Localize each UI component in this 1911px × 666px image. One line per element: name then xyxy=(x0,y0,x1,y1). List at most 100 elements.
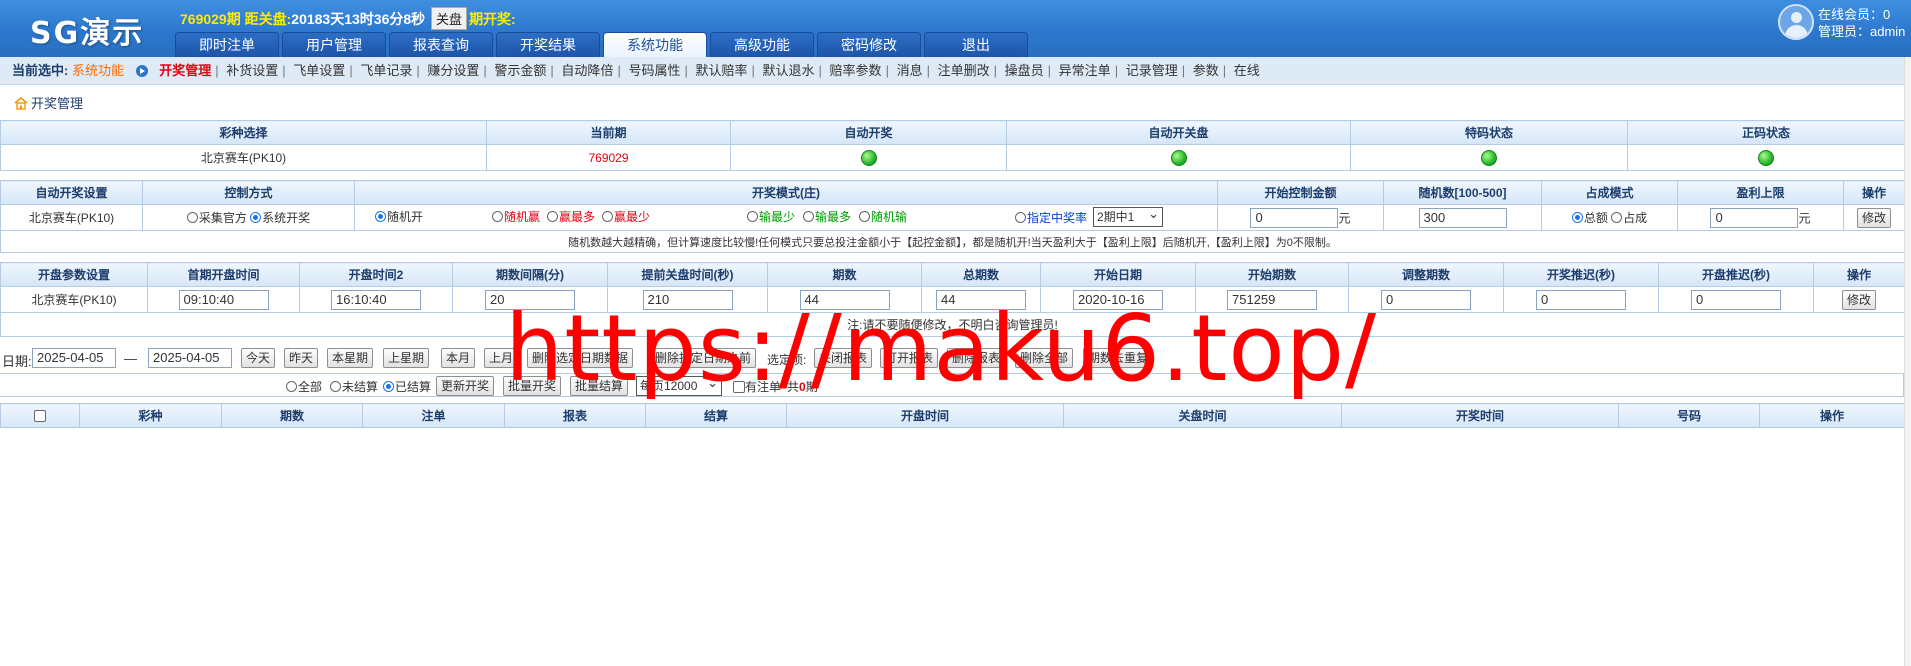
delete-selected-date-button[interactable]: 删除选定日期数据 xyxy=(527,348,634,368)
date-from-input[interactable]: 2025-04-05 xyxy=(32,348,116,368)
date-filter-bar: 日期: 2025-04-05 — 2025-04-05 今天 昨天 本星期 上星… xyxy=(0,345,1904,371)
subnav-link-odds-params[interactable]: 赔率参数 xyxy=(830,63,882,78)
radio-mode-win-most[interactable] xyxy=(547,211,558,222)
subnav-link-abnormal-orders[interactable]: 异常注单 xyxy=(1059,63,1111,78)
delete-before-date-button[interactable]: 删除指定日期之前 xyxy=(650,348,757,368)
subnav-link-fly-settings[interactable]: 飞单设置 xyxy=(293,63,345,78)
draw-delay-input[interactable]: 0 xyxy=(1536,289,1626,310)
last-month-button[interactable]: 上月 xyxy=(484,348,519,368)
lottery-name: 北京赛车(PK10) xyxy=(0,144,487,171)
subnav-link-order-edit[interactable]: 注单删改 xyxy=(938,63,990,78)
header-lottery: 彩种 xyxy=(79,403,222,428)
tab-draw-results[interactable]: 开奖结果 xyxy=(496,32,600,57)
open-report-button[interactable]: 打开报表 xyxy=(880,348,939,368)
play-arrow-icon xyxy=(135,65,148,77)
batch-draw-button[interactable]: 批量开奖 xyxy=(503,376,562,396)
subnav-link-draw-management[interactable]: 开奖管理 xyxy=(159,63,211,78)
subnav-link-operators[interactable]: 操盘员 xyxy=(1005,63,1044,78)
current-period: 769029期 xyxy=(180,11,241,27)
param-edit-button[interactable]: 修改 xyxy=(1841,289,1876,310)
start-period-input[interactable]: 751259 xyxy=(1227,289,1317,310)
select-all-checkbox[interactable] xyxy=(34,410,46,423)
subnav-link-warning-amount[interactable]: 警示金额 xyxy=(494,63,546,78)
subnav-link-default-rebate[interactable]: 默认退水 xyxy=(763,63,815,78)
header-report: 报表 xyxy=(504,403,646,428)
today-button[interactable]: 今天 xyxy=(241,348,276,368)
tab-instant-orders[interactable]: 即时注单 xyxy=(175,32,279,57)
tab-logout[interactable]: 退出 xyxy=(924,32,1028,57)
header-early-close: 提前关盘时间(秒) xyxy=(607,262,768,287)
header-share-mode: 占成模式 xyxy=(1541,180,1678,205)
subnav-link-earn-settings[interactable]: 赚分设置 xyxy=(427,63,479,78)
early-close-input[interactable]: 210 xyxy=(642,289,733,310)
subnav-link-online[interactable]: 在线 xyxy=(1234,63,1260,78)
batch-settle-button[interactable]: 批量结算 xyxy=(570,376,629,396)
open-delay-input[interactable]: 0 xyxy=(1691,289,1781,310)
delete-all-button[interactable]: 删除全部 xyxy=(1015,348,1074,368)
tab-change-password[interactable]: 密码修改 xyxy=(817,32,921,57)
radio-share-ratio[interactable] xyxy=(1611,212,1623,223)
yesterday-button[interactable]: 昨天 xyxy=(284,348,319,368)
start-date-input[interactable]: 2020-10-16 xyxy=(1073,289,1163,310)
page-scrollbar-track[interactable] xyxy=(1904,57,1911,666)
radio-mode-win-least[interactable] xyxy=(602,211,613,222)
random-number-input[interactable]: 300 xyxy=(1418,207,1507,228)
dedupe-periods-button[interactable]: 期数去重复 xyxy=(1083,348,1154,368)
period-status-bar: 769029期 距关盘:20183天13时36分8秒 关盘 期开奖: xyxy=(180,7,516,30)
this-month-button[interactable]: 本月 xyxy=(441,348,476,368)
start-control-amount-input[interactable]: 0 xyxy=(1250,207,1339,228)
subnav-link-auto-reduce[interactable]: 自动降倍 xyxy=(561,63,613,78)
has-order-checkbox[interactable] xyxy=(733,380,745,393)
first-open-time-input[interactable]: 09:10:40 xyxy=(178,289,269,310)
radio-status-settled[interactable] xyxy=(383,381,394,392)
auto-open-close-status-icon[interactable] xyxy=(1170,149,1187,166)
tab-system-functions[interactable]: 系统功能 xyxy=(603,32,707,57)
radio-status-unsettled[interactable] xyxy=(330,381,341,392)
radio-mode-lose-least[interactable] xyxy=(747,211,758,222)
subnav-link-record-management[interactable]: 记录管理 xyxy=(1126,63,1178,78)
header-auto-draw: 自动开奖 xyxy=(730,120,1007,145)
special-code-status-icon[interactable] xyxy=(1481,149,1497,166)
close-market-button[interactable]: 关盘 xyxy=(431,7,468,30)
radio-mode-random-lose[interactable] xyxy=(859,211,870,222)
header-special-status: 特码状态 xyxy=(1350,120,1628,145)
radio-status-all[interactable] xyxy=(286,381,297,392)
win-rate-select[interactable]: 2期中1 xyxy=(1093,206,1163,227)
radio-share-total[interactable] xyxy=(1571,212,1583,223)
auto-draw-status-icon[interactable] xyxy=(860,149,877,166)
normal-code-status-icon[interactable] xyxy=(1758,149,1774,166)
subnav-link-params[interactable]: 参数 xyxy=(1193,63,1219,78)
total-periods-input[interactable]: 44 xyxy=(936,289,1026,310)
subnav-link-replenish[interactable]: 补货设置 xyxy=(226,63,278,78)
update-draw-button[interactable]: 更新开奖 xyxy=(436,376,495,396)
date-to-input[interactable]: 2025-04-05 xyxy=(148,348,232,368)
radio-system-draw[interactable] xyxy=(250,212,262,223)
tab-user-management[interactable]: 用户管理 xyxy=(282,32,386,57)
header-total-periods: 总期数 xyxy=(921,262,1041,287)
selected-items-label: 选定项: xyxy=(767,353,807,367)
auto-settings-edit-button[interactable]: 修改 xyxy=(1856,207,1891,228)
param-lottery-name: 北京赛车(PK10) xyxy=(0,286,148,313)
subnav-link-default-odds[interactable]: 默认赔率 xyxy=(695,63,747,78)
subnav-link-fly-records[interactable]: 飞单记录 xyxy=(360,63,412,78)
open-time-2-input[interactable]: 16:10:40 xyxy=(331,289,421,310)
radio-mode-random-win[interactable] xyxy=(492,211,503,222)
this-week-button[interactable]: 本星期 xyxy=(327,348,374,368)
subnav-link-number-attr[interactable]: 号码属性 xyxy=(628,63,680,78)
adjust-period-input[interactable]: 0 xyxy=(1381,289,1471,310)
tab-advanced-functions[interactable]: 高级功能 xyxy=(710,32,814,57)
tab-reports[interactable]: 报表查询 xyxy=(389,32,493,57)
interval-input[interactable]: 20 xyxy=(485,289,575,310)
profit-limit-input[interactable]: 0 xyxy=(1710,207,1799,228)
radio-mode-specified-rate[interactable] xyxy=(1015,212,1026,223)
header-normal-status: 正码状态 xyxy=(1627,120,1905,145)
radio-collect-official[interactable] xyxy=(186,212,198,223)
close-report-button[interactable]: 关闭报表 xyxy=(814,348,873,368)
periods-input[interactable]: 44 xyxy=(799,289,890,310)
radio-mode-lose-most[interactable] xyxy=(803,211,814,222)
page-size-select[interactable]: 每页12000 xyxy=(636,374,722,396)
radio-mode-random[interactable] xyxy=(375,211,386,222)
delete-report-button[interactable]: 删除报表 xyxy=(947,348,1006,368)
last-week-button[interactable]: 上星期 xyxy=(383,348,430,368)
subnav-link-messages[interactable]: 消息 xyxy=(897,63,923,78)
